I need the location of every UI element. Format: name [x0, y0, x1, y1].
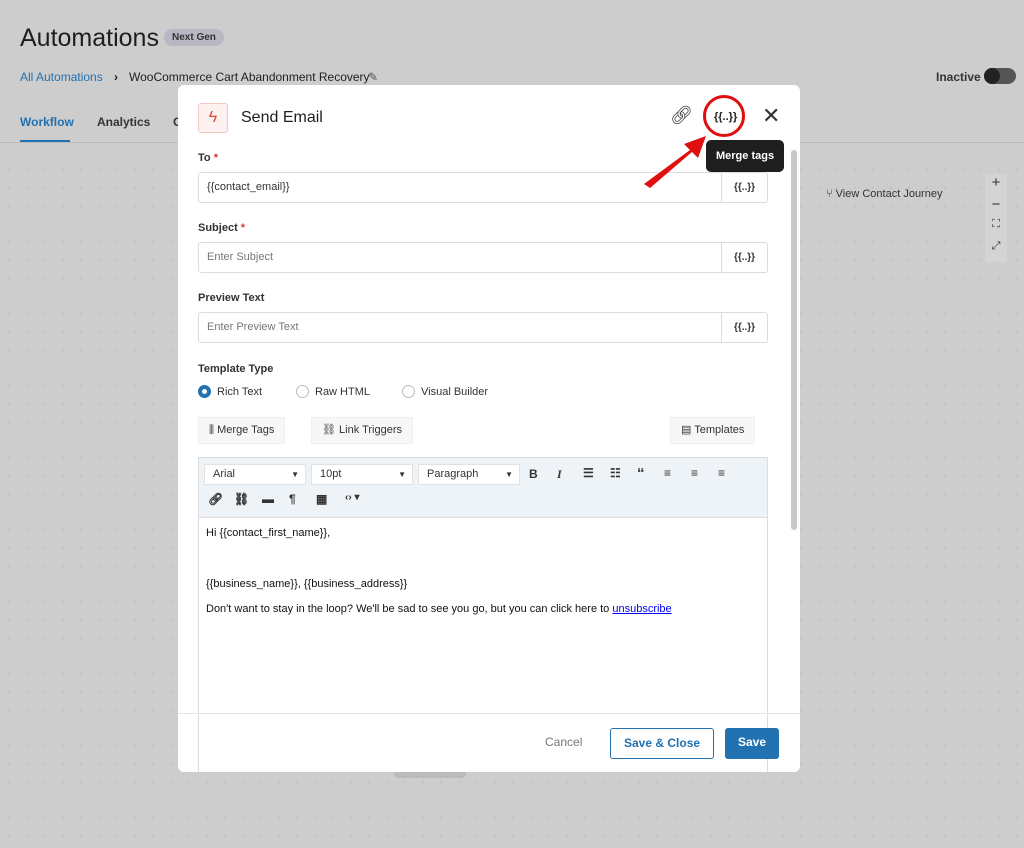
save-close-button[interactable]: Save & Close	[610, 728, 715, 759]
zoom-in-button[interactable]: +	[985, 174, 1007, 196]
align-left-icon[interactable]: ≡	[664, 466, 671, 480]
fit-view-button[interactable]: ⛶	[985, 218, 1007, 240]
editor-content[interactable]: Hi {{contact_first_name}}, {{business_na…	[199, 518, 767, 639]
required-marker: *	[240, 222, 246, 234]
view-contact-journey-label: View Contact Journey	[835, 188, 943, 200]
next-gen-badge: Next Gen	[164, 29, 224, 46]
merge-tags-button[interactable]: ⫼ Merge Tags	[198, 417, 286, 444]
unsubscribe-link[interactable]: unsubscribe	[612, 603, 671, 615]
subject-placeholder: Enter Subject	[207, 251, 274, 263]
bullet-list-icon[interactable]: ☰	[583, 466, 594, 480]
preview-text-field[interactable]: Enter Preview Text {{..}}	[198, 312, 768, 343]
numbered-list-icon[interactable]: ☷	[610, 466, 621, 480]
modal-title: Send Email	[241, 109, 323, 126]
template-icon: ▤	[681, 424, 695, 436]
modal-footer: Cancel Save & Close Save	[178, 713, 800, 772]
page-title: Automations	[20, 24, 159, 52]
breadcrumb-separator: ›	[114, 70, 118, 84]
tab-workflow[interactable]: Workflow	[20, 115, 74, 129]
bold-icon[interactable]: B	[529, 467, 538, 481]
zoom-out-button[interactable]: −	[985, 196, 1007, 218]
template-type-label: Template Type	[198, 363, 274, 375]
modal-scrollbar[interactable]	[791, 150, 797, 530]
link-icon: ⛓	[322, 424, 340, 436]
to-value: {{contact_email}}	[207, 181, 290, 193]
align-center-icon[interactable]: ≡	[691, 466, 698, 480]
merge-tags-icon: ⫼	[209, 424, 218, 436]
preview-text-label: Preview Text	[198, 292, 265, 304]
unlink-icon[interactable]: ⛓	[234, 492, 249, 506]
merge-tags-tooltip: Merge tags	[706, 140, 785, 172]
font-size-select[interactable]: 10pt ▼	[311, 464, 413, 485]
clear-format-icon[interactable]: ¶	[289, 492, 296, 506]
editor-toolbar: Arial ▼ 10pt ▼ Paragraph ▼ B I ☰ ☷ “ ≡ ≡ ≡ …	[199, 458, 767, 518]
horizontal-rule-icon[interactable]: ▬	[262, 492, 274, 506]
templates-button[interactable]: ▤ Templates	[670, 417, 756, 444]
view-contact-journey-button[interactable]: ⑂ View Contact Journey	[826, 188, 942, 200]
tab-analytics[interactable]: Analytics	[97, 115, 150, 129]
preview-placeholder: Enter Preview Text	[207, 321, 299, 333]
unsubscribe-text: Don't want to stay in the loop? We'll be…	[206, 603, 613, 615]
radio-rich-text[interactable]: Rich Text	[198, 385, 262, 398]
greeting-text: Hi {{contact_first_name}},	[206, 527, 331, 539]
subject-label: Subject	[198, 222, 238, 234]
save-button[interactable]: Save	[725, 728, 780, 759]
link-triggers-button[interactable]: ⛓ Link Triggers	[311, 417, 414, 444]
red-arrow-annotation	[644, 136, 706, 188]
required-marker: *	[213, 152, 218, 164]
cancel-button[interactable]: Cancel	[532, 728, 595, 759]
active-toggle[interactable]	[984, 68, 1016, 84]
edit-pencil-icon[interactable]: ✎	[368, 70, 378, 84]
preview-merge-tag-button[interactable]: {{..}}	[721, 313, 767, 342]
radio-raw-html[interactable]: Raw HTML	[296, 385, 370, 398]
table-icon[interactable]: ▦	[316, 492, 327, 506]
format-select[interactable]: Paragraph ▼	[418, 464, 520, 485]
business-address-text: {{business_name}}, {{business_address}}	[206, 578, 408, 590]
radio-visual-builder[interactable]: Visual Builder	[402, 385, 488, 398]
fullscreen-button[interactable]: ⤢	[985, 240, 1007, 262]
breadcrumb-current: WooCommerce Cart Abandonment Recovery	[129, 70, 370, 84]
code-dropdown-icon[interactable]: ‹› ▾	[345, 492, 359, 503]
to-label: To	[198, 152, 211, 164]
subject-field[interactable]: Enter Subject {{..}}	[198, 242, 768, 273]
to-merge-tag-button[interactable]: {{..}}	[721, 173, 767, 202]
journey-icon: ⑂	[826, 188, 836, 200]
font-family-select[interactable]: Arial ▼	[204, 464, 306, 485]
insert-link-icon[interactable]: 🔗︎	[208, 492, 223, 506]
close-icon[interactable]: ✕	[762, 103, 780, 129]
italic-icon[interactable]: I	[557, 467, 562, 482]
breadcrumb-all-automations[interactable]: All Automations	[20, 70, 103, 84]
blockquote-icon[interactable]: “	[637, 465, 645, 482]
status-label: Inactive	[936, 70, 981, 84]
align-right-icon[interactable]: ≡	[718, 466, 725, 480]
subject-merge-tag-button[interactable]: {{..}}	[721, 243, 767, 272]
link-icon[interactable]: 🔗︎	[670, 105, 693, 126]
lightning-icon: ϟ	[198, 103, 228, 133]
